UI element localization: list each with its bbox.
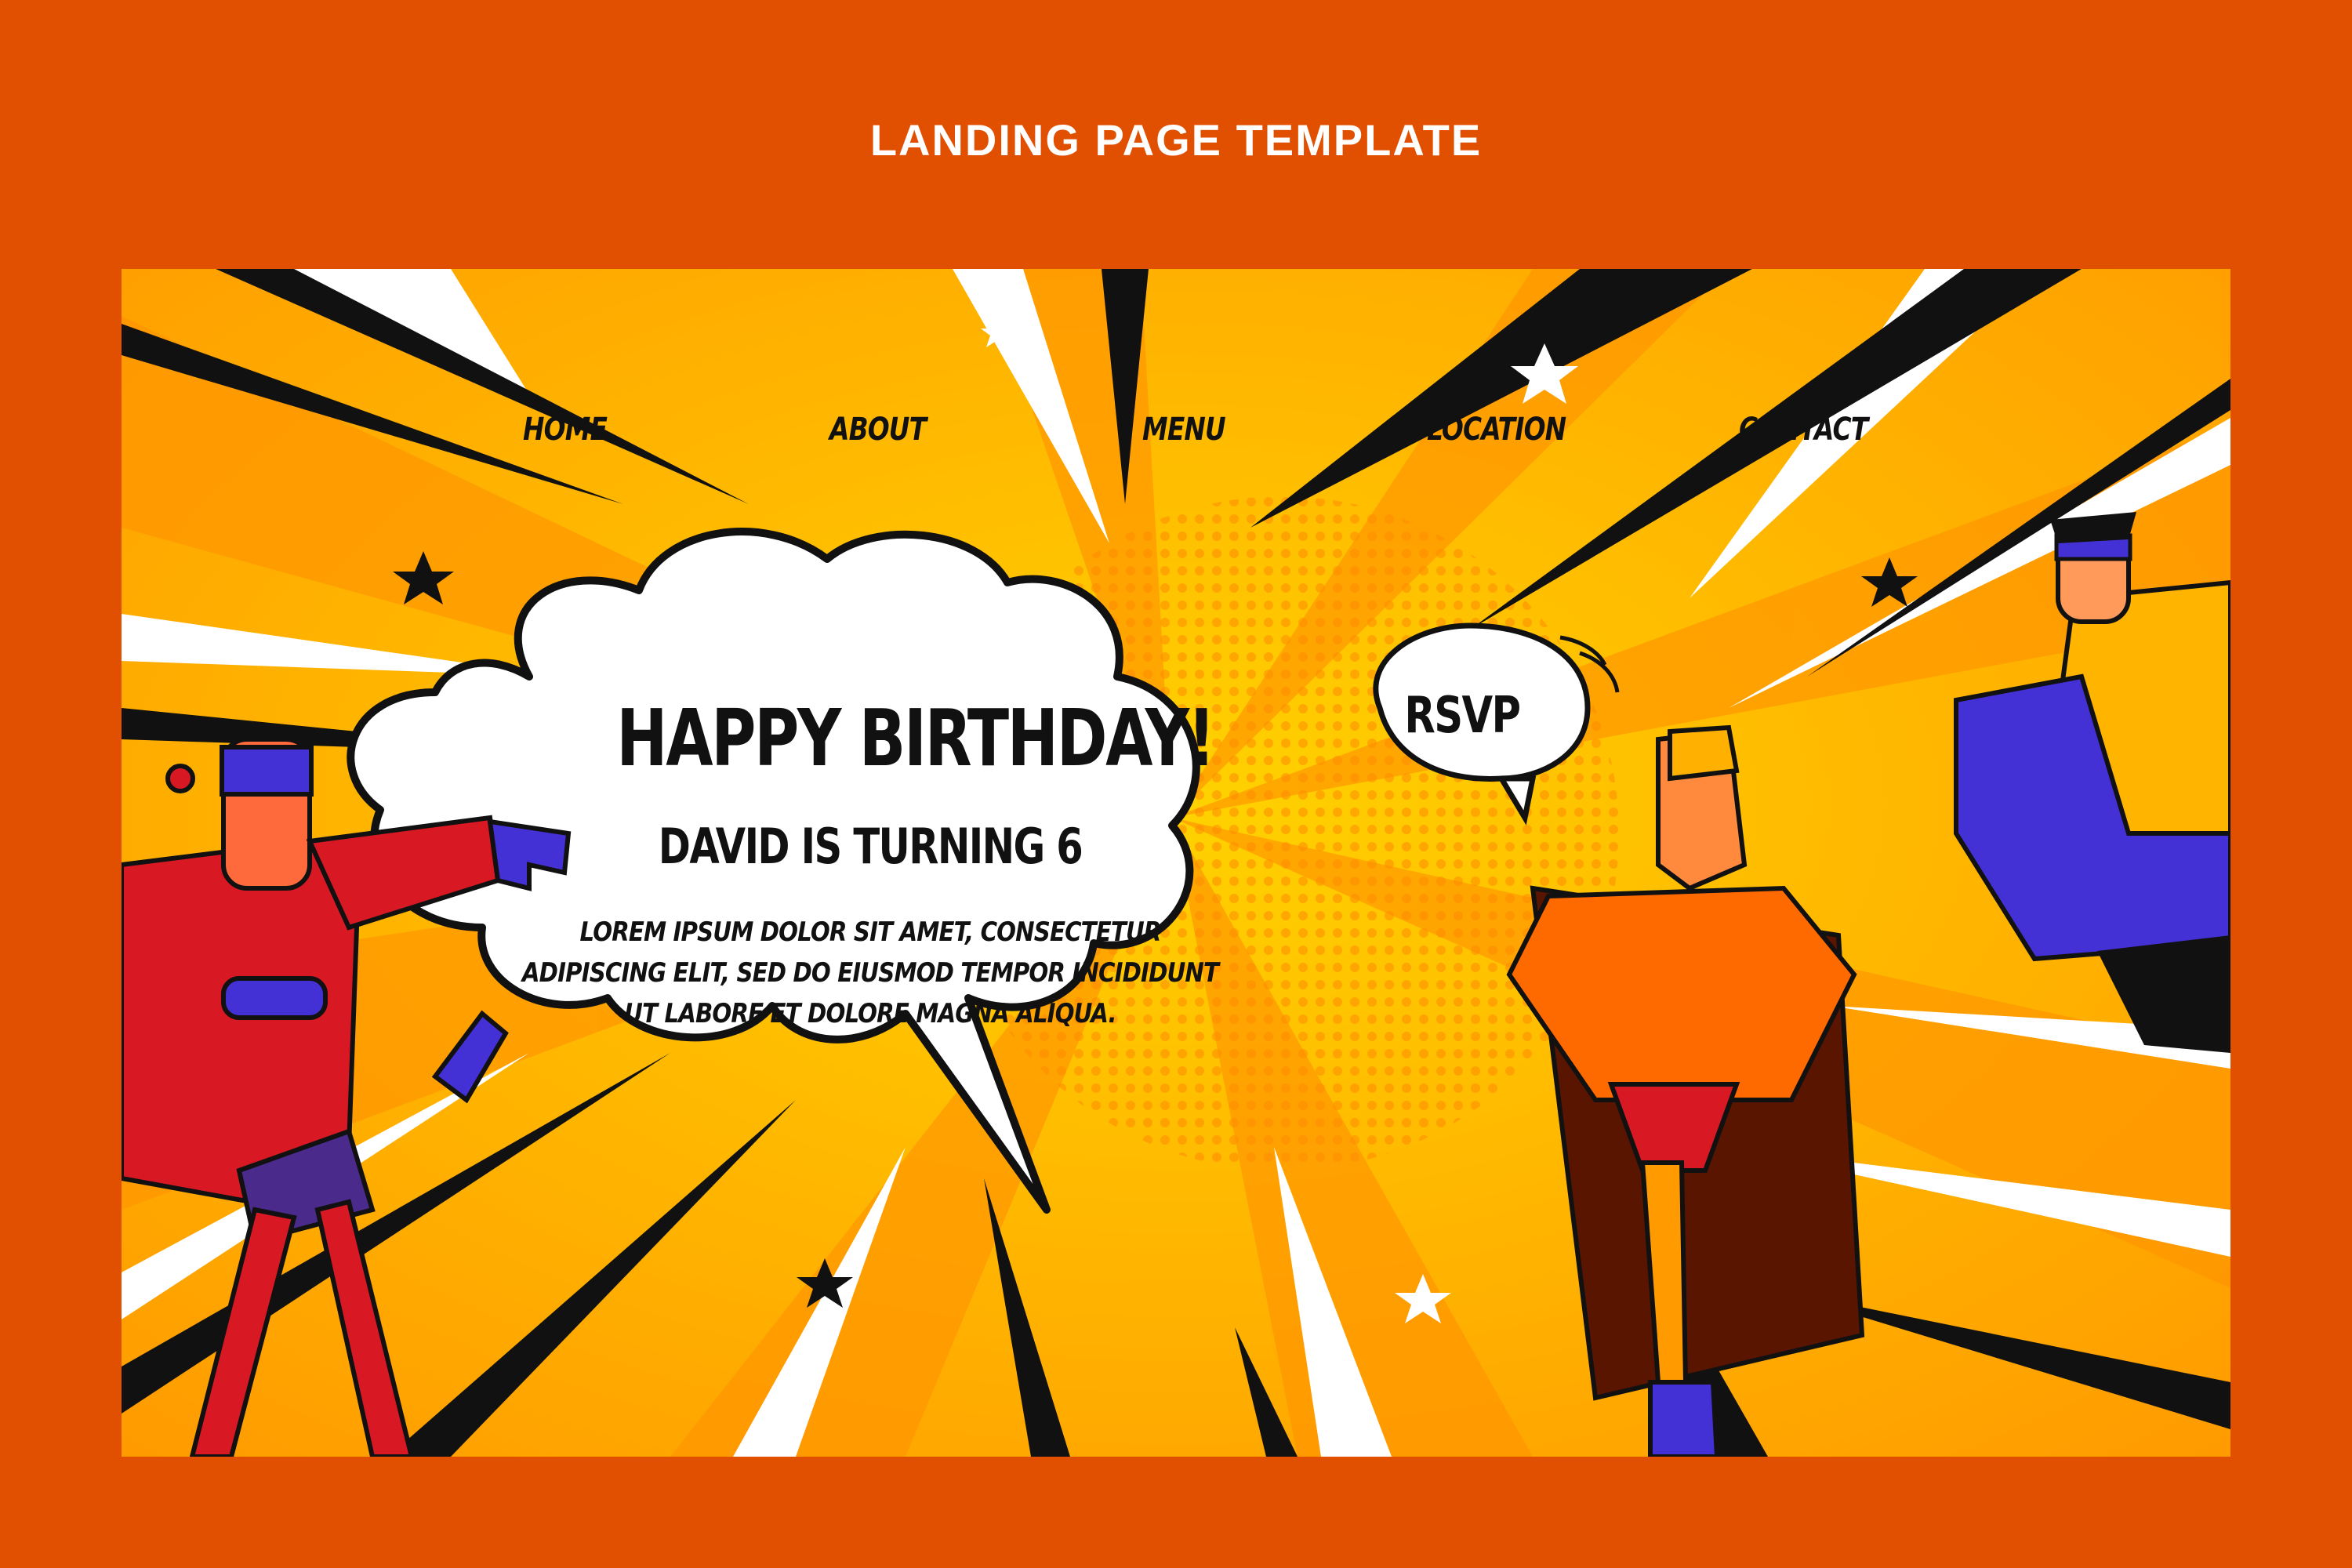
landing-page-preview: HOME ABOUT MENU LOCATION CONTACT HAPPY B…	[122, 269, 2230, 1457]
hero-headline: HAPPY BIRTHDAY!	[616, 692, 1215, 784]
rsvp-label: RSVP	[1404, 687, 1521, 745]
nav-contact[interactable]: CONTACT	[1739, 412, 1868, 448]
nav-menu[interactable]: MENU	[1142, 412, 1226, 448]
main-nav: HOME ABOUT MENU LOCATION CONTACT	[122, 412, 2230, 474]
nav-home[interactable]: HOME	[523, 412, 608, 448]
nav-about[interactable]: ABOUT	[829, 412, 927, 448]
nav-location[interactable]: LOCATION	[1427, 412, 1566, 448]
rsvp-button[interactable]: RSVP	[1368, 677, 1556, 755]
hero-body-text: LOREM IPSUM DOLOR SIT AMET, CONSECTETUR …	[521, 916, 1219, 1029]
page-title: LANDING PAGE TEMPLATE	[869, 115, 1483, 165]
hero-subheadline: DAVID IS TURNING 6	[658, 818, 1083, 875]
